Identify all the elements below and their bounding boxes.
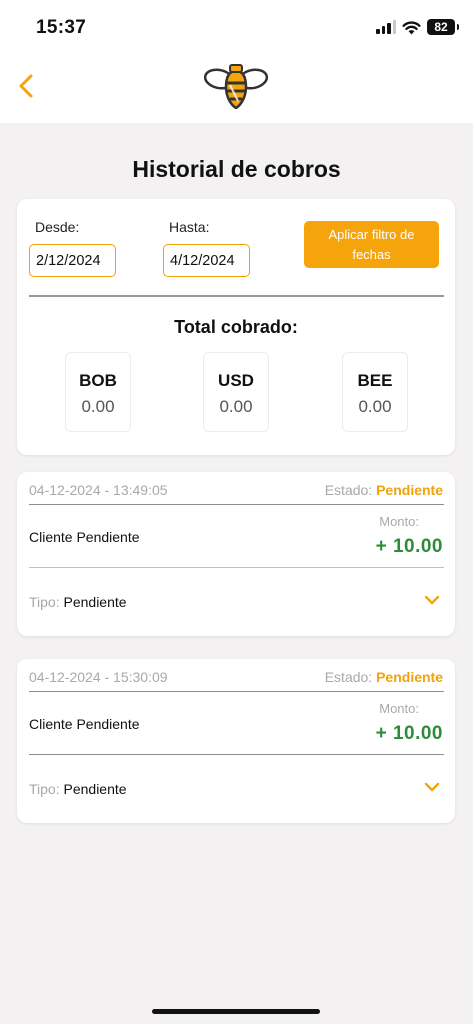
- transaction-state: Estado: Pendiente: [325, 482, 443, 498]
- state-value: Pendiente: [376, 482, 443, 498]
- status-time: 15:37: [36, 17, 87, 38]
- amount-label: Monto:: [379, 514, 419, 529]
- currency-total: 0.00: [81, 397, 115, 416]
- state-label: Estado:: [324, 482, 373, 498]
- divider: [29, 295, 444, 297]
- amount-value: + 10.00: [375, 536, 443, 557]
- divider: [29, 754, 444, 755]
- bee-logo-icon: [204, 64, 268, 109]
- client-name: Cliente Pendiente: [29, 716, 140, 732]
- page-title: Historial de cobros: [132, 156, 341, 182]
- type-label: Tipo:: [29, 594, 60, 610]
- wifi-icon: [402, 20, 421, 34]
- status-icons: 82: [376, 19, 459, 35]
- type-label: Tipo:: [29, 781, 60, 797]
- date-filter-card: Desde: 2/12/2024 Hasta: 4/12/2024 Aplica…: [17, 199, 455, 455]
- currency-total: 0.00: [219, 397, 253, 416]
- currency-box-bee: BEE 0.00: [342, 352, 408, 432]
- transaction-datetime: 04-12-2024 - 13:49:05: [29, 482, 168, 498]
- transaction-card[interactable]: 04-12-2024 - 15:30:09 Estado: Pendiente …: [17, 659, 455, 823]
- to-date-field[interactable]: 4/12/2024: [163, 244, 250, 277]
- chevron-down-icon[interactable]: [423, 779, 441, 795]
- from-label: Desde:: [35, 219, 80, 235]
- chevron-down-icon[interactable]: [423, 592, 441, 608]
- total-collected-title: Total cobrado:: [174, 317, 298, 337]
- battery-level: 82: [434, 20, 448, 34]
- apply-date-filter-button[interactable]: Aplicar filtro de fechas: [304, 221, 439, 268]
- type-value: Pendiente: [63, 781, 127, 797]
- transaction-type: Tipo: Pendiente: [29, 594, 127, 610]
- transaction-datetime: 04-12-2024 - 15:30:09: [29, 669, 168, 685]
- divider: [29, 691, 444, 692]
- cellular-signal-icon: [376, 20, 396, 34]
- home-indicator[interactable]: [152, 1009, 320, 1014]
- to-label: Hasta:: [169, 219, 210, 235]
- currency-code: BEE: [357, 371, 393, 390]
- divider: [29, 567, 444, 568]
- divider: [29, 504, 444, 505]
- state-value: Pendiente: [376, 669, 443, 685]
- top-bar: 15:37 82: [0, 0, 473, 123]
- currency-total: 0.00: [358, 397, 392, 416]
- transaction-type: Tipo: Pendiente: [29, 781, 127, 797]
- currency-box-bob: BOB 0.00: [65, 352, 131, 432]
- transaction-state: Estado: Pendiente: [325, 669, 443, 685]
- state-label: Estado:: [324, 669, 373, 685]
- currency-box-usd: USD 0.00: [203, 352, 269, 432]
- battery-icon: 82: [427, 19, 459, 35]
- currency-code: BOB: [79, 371, 117, 390]
- client-name: Cliente Pendiente: [29, 529, 140, 545]
- type-value: Pendiente: [63, 594, 127, 610]
- from-date-field[interactable]: 2/12/2024: [29, 244, 116, 277]
- back-chevron-icon[interactable]: [14, 70, 38, 102]
- amount-label: Monto:: [379, 701, 419, 716]
- transaction-card[interactable]: 04-12-2024 - 13:49:05 Estado: Pendiente …: [17, 472, 455, 636]
- amount-value: + 10.00: [375, 723, 443, 744]
- currency-code: USD: [218, 371, 254, 390]
